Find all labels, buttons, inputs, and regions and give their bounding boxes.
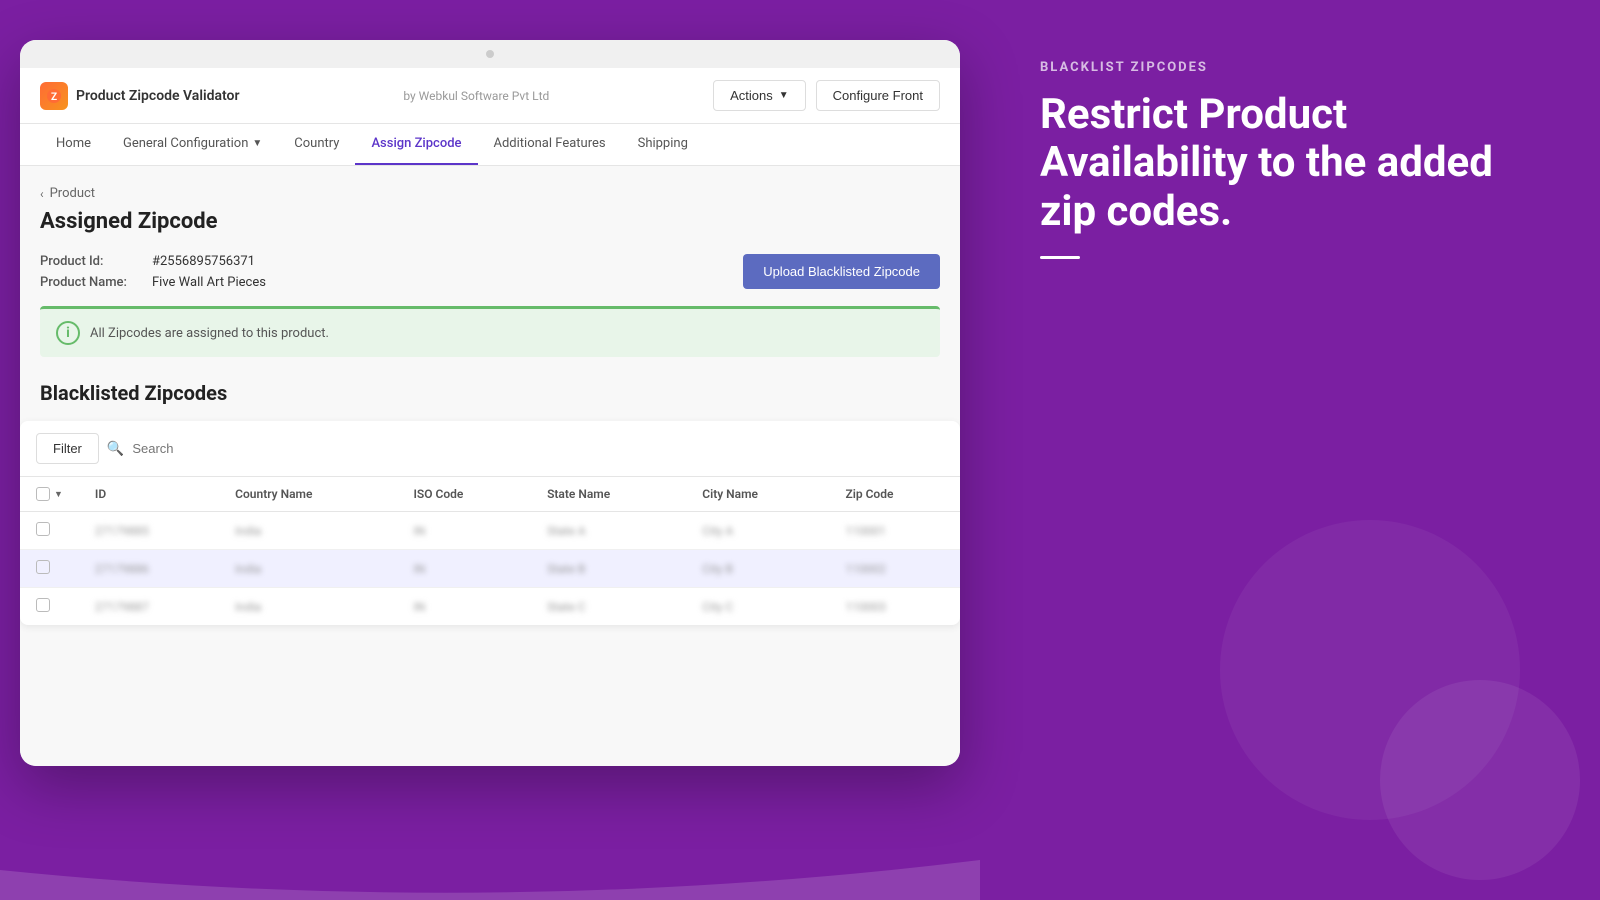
breadcrumb-back-icon: ‹ — [40, 187, 44, 201]
table-header-row: ▼ ID Country Name ISO Code — [20, 477, 960, 512]
app-header: Z Product Zipcode Validator by Webkul So… — [20, 68, 960, 124]
alert-info: i All Zipcodes are assigned to this prod… — [40, 306, 940, 357]
th-city-name: City Name — [686, 477, 829, 512]
app-title: Product Zipcode Validator — [76, 88, 240, 104]
product-name-value: Five Wall Art Pieces — [152, 275, 266, 290]
row-iso-1: IN — [397, 512, 531, 550]
tab-assign-zipcode[interactable]: Assign Zipcode — [355, 124, 477, 165]
row-zip-1: 110001 — [829, 512, 960, 550]
product-meta: Product Id: #2556895756371 Product Name:… — [40, 254, 266, 290]
alert-info-icon: i — [56, 321, 80, 345]
row-checkbox-3[interactable] — [20, 588, 79, 626]
table-row: 27179886 India IN State B City B 110002 — [20, 550, 960, 588]
nav-tabs: Home General Configuration ▼ Country Ass… — [20, 124, 960, 166]
header-actions: Actions ▼ Configure Front — [713, 80, 940, 111]
search-icon: 🔍 — [107, 441, 124, 457]
row-zip-2: 110002 — [829, 550, 960, 588]
search-input-wrap: 🔍 — [107, 441, 944, 457]
blacklisted-zipcodes-title: Blacklisted Zipcodes — [40, 381, 940, 405]
row-country-1: India — [219, 512, 397, 550]
row-id-2: 27179886 — [79, 550, 219, 588]
select-all-checkbox[interactable] — [36, 487, 50, 501]
deco-circle-2 — [1380, 680, 1580, 880]
table-toolbar: Filter 🔍 — [20, 421, 960, 477]
browser-chrome — [20, 40, 960, 68]
th-checkbox: ▼ — [20, 477, 79, 512]
row-city-1: City A — [686, 512, 829, 550]
row-checkbox-2[interactable] — [20, 550, 79, 588]
sidebar-label: BLACKLIST ZIPCODES — [1040, 60, 1550, 75]
browser-dot — [486, 50, 494, 58]
sidebar-underline — [1040, 256, 1080, 259]
th-state-name: State Name — [531, 477, 686, 512]
tab-shipping[interactable]: Shipping — [622, 124, 704, 165]
deco-circle — [1220, 520, 1520, 820]
search-input[interactable] — [132, 441, 944, 456]
product-info-row: Product Id: #2556895756371 Product Name:… — [40, 254, 940, 290]
vendor-text: by Webkul Software Pvt Ltd — [403, 89, 549, 103]
row-id-1: 27179885 — [79, 512, 219, 550]
row-iso-2: IN — [397, 550, 531, 588]
app-logo-icon: Z — [40, 82, 68, 110]
tab-home[interactable]: Home — [40, 124, 107, 165]
tab-additional-features[interactable]: Additional Features — [478, 124, 622, 165]
breadcrumb[interactable]: ‹ Product — [40, 186, 940, 201]
row-state-2: State B — [531, 550, 686, 588]
row-country-2: India — [219, 550, 397, 588]
row-country-3: India — [219, 588, 397, 626]
row-state-3: State C — [531, 588, 686, 626]
select-all-chevron-icon[interactable]: ▼ — [54, 489, 63, 500]
product-id-label: Product Id: — [40, 254, 140, 269]
row-city-3: City C — [686, 588, 829, 626]
product-name-label: Product Name: — [40, 275, 140, 290]
product-id-row: Product Id: #2556895756371 — [40, 254, 266, 269]
th-id: ID — [79, 477, 219, 512]
page-content: ‹ Product Assigned Zipcode Product Id: #… — [20, 166, 960, 766]
alert-text: All Zipcodes are assigned to this produc… — [90, 326, 329, 341]
svg-text:Z: Z — [51, 92, 57, 103]
actions-chevron-icon: ▼ — [779, 90, 789, 101]
row-checkbox-1[interactable] — [20, 512, 79, 550]
row-iso-3: IN — [397, 588, 531, 626]
table-row: 27179885 India IN State A City A 110001 — [20, 512, 960, 550]
th-country-name: Country Name — [219, 477, 397, 512]
app-logo: Z Product Zipcode Validator — [40, 82, 240, 110]
row-zip-3: 110003 — [829, 588, 960, 626]
sidebar-heading: Restrict Product Availability to the add… — [1040, 91, 1550, 236]
general-config-chevron-icon: ▼ — [252, 138, 262, 149]
filter-button[interactable]: Filter — [36, 433, 99, 464]
row-state-1: State A — [531, 512, 686, 550]
actions-button[interactable]: Actions ▼ — [713, 80, 806, 111]
tab-country[interactable]: Country — [278, 124, 355, 165]
table-row: 27179887 India IN State C City C 110003 — [20, 588, 960, 626]
row-city-2: City B — [686, 550, 829, 588]
row-id-3: 27179887 — [79, 588, 219, 626]
product-id-value: #2556895756371 — [152, 254, 255, 269]
th-zip-code: Zip Code — [829, 477, 960, 512]
product-name-row: Product Name: Five Wall Art Pieces — [40, 275, 266, 290]
configure-front-button[interactable]: Configure Front — [816, 80, 940, 111]
tab-general-configuration[interactable]: General Configuration ▼ — [107, 124, 278, 165]
page-title: Assigned Zipcode — [40, 209, 940, 234]
right-sidebar: BLACKLIST ZIPCODES Restrict Product Avai… — [980, 0, 1600, 900]
blacklisted-zipcodes-table-container: Filter 🔍 ▼ — [20, 421, 960, 625]
upload-blacklisted-zipcode-button[interactable]: Upload Blacklisted Zipcode — [743, 254, 940, 289]
th-iso-code: ISO Code — [397, 477, 531, 512]
data-table: ▼ ID Country Name ISO Code — [20, 477, 960, 625]
